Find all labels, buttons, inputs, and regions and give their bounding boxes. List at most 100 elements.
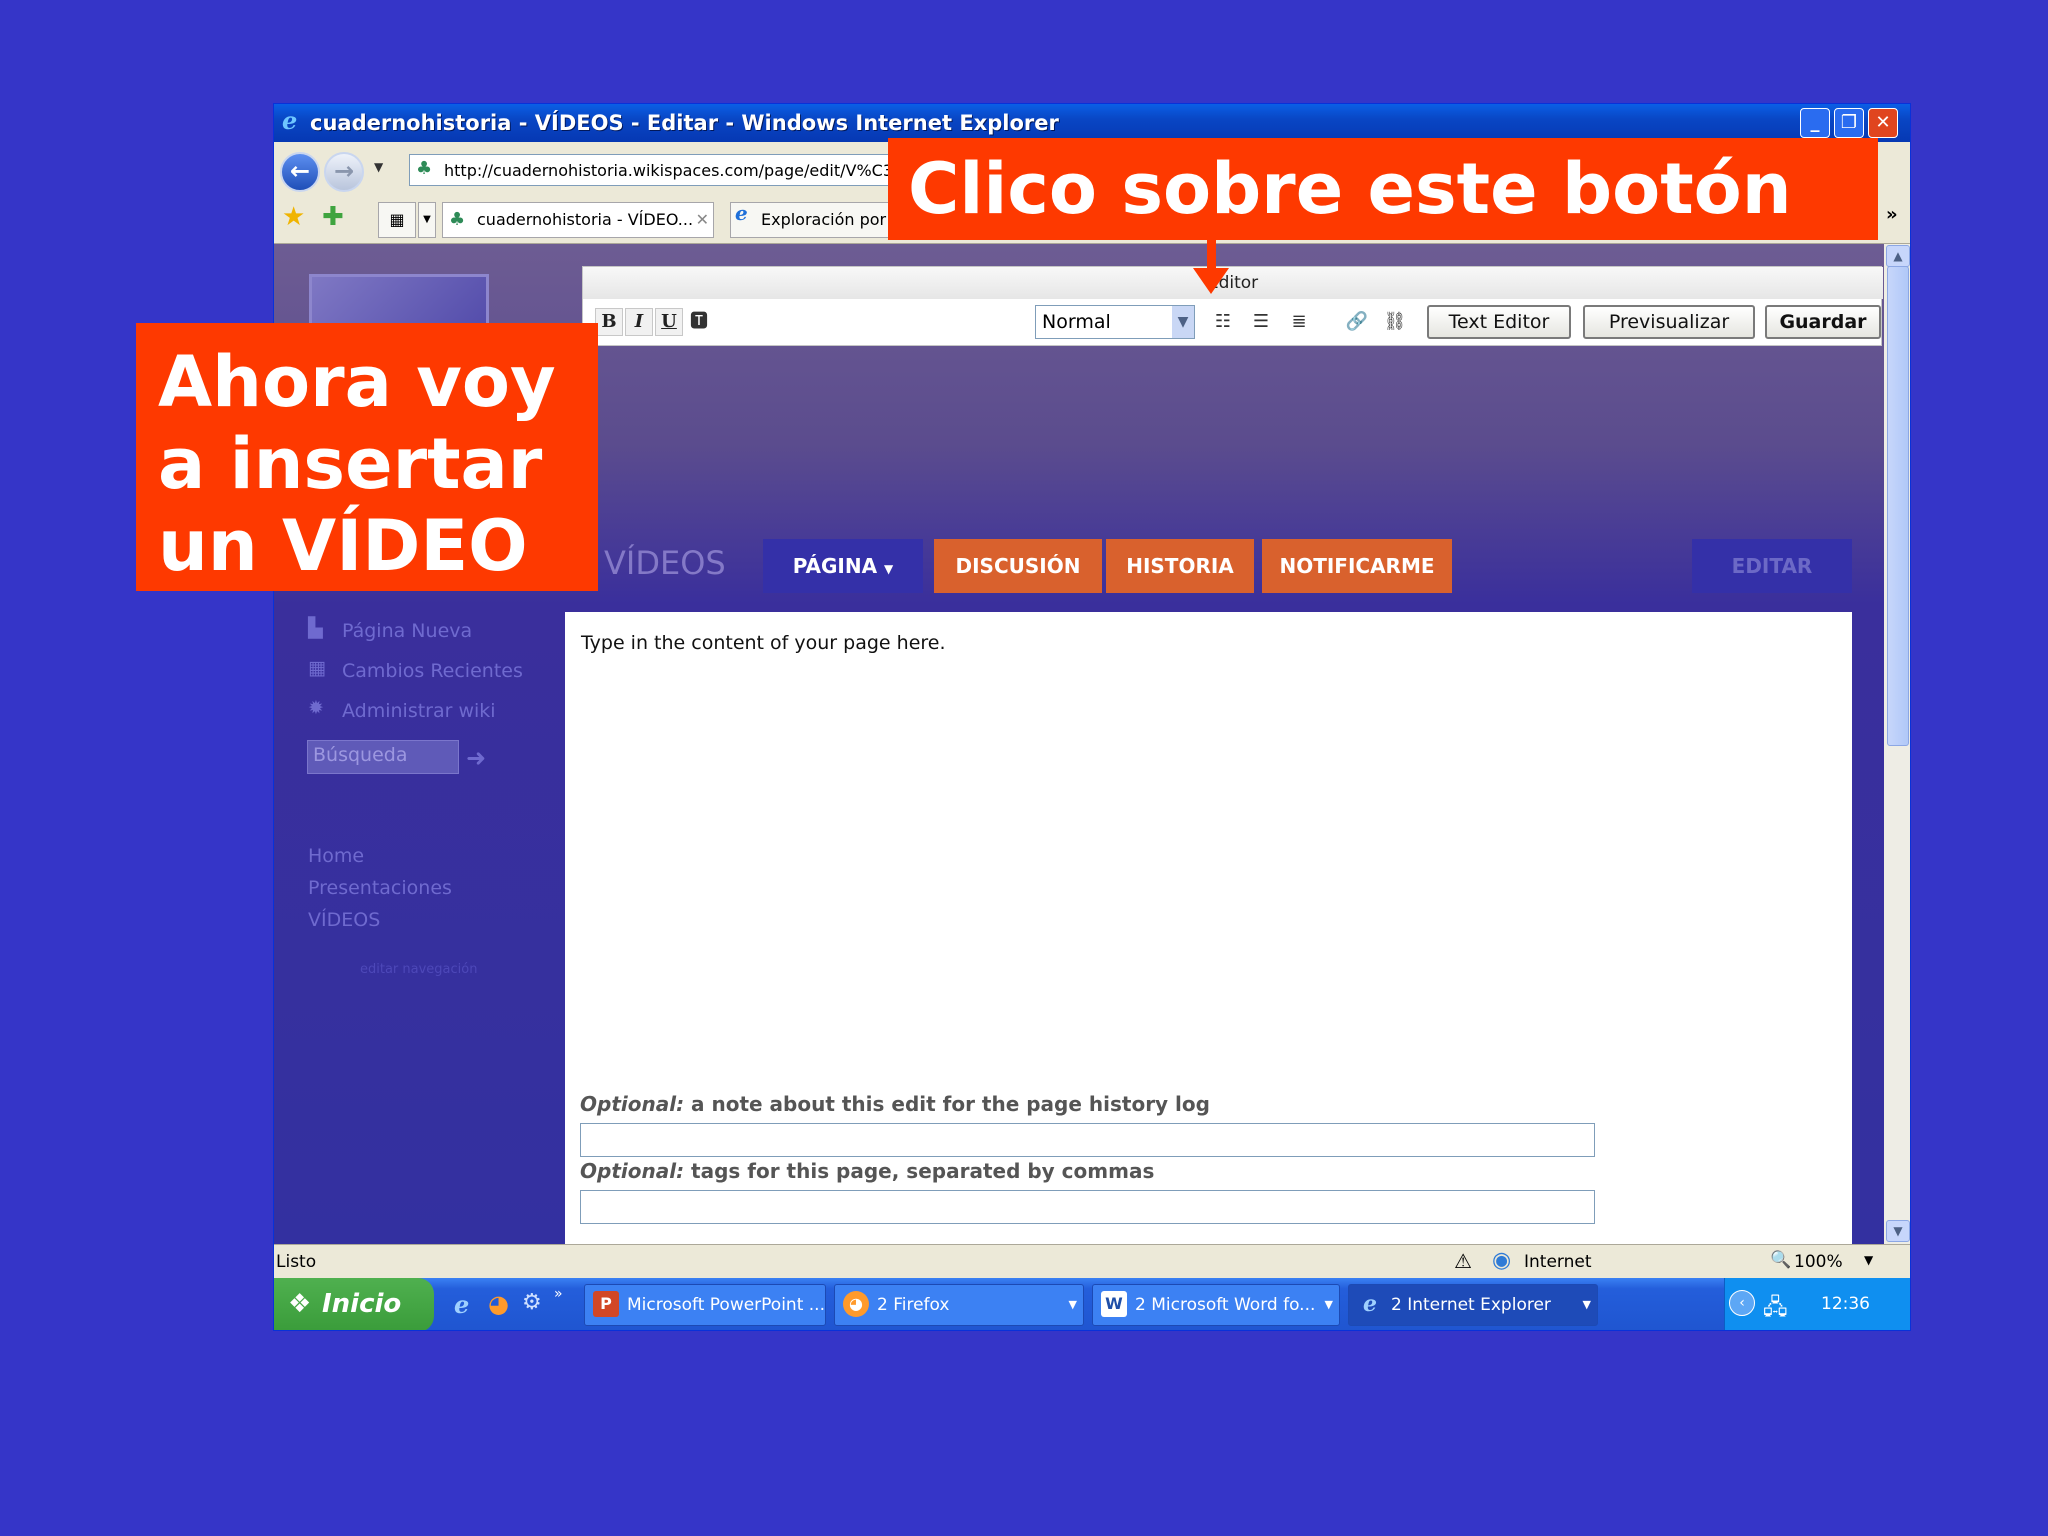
taskbar: ❖ Inicio e ◕ ⚙ » P Microsoft PowerPoint … [274, 1278, 1910, 1330]
zoom-level[interactable]: 100% [1794, 1252, 1843, 1272]
callout-left-line-3: un VÍDEO [158, 505, 528, 587]
globe-icon: ◉ [1492, 1248, 1512, 1273]
scroll-down-icon[interactable]: ▼ [1886, 1220, 1910, 1242]
tab-pagina-label: PÁGINA [792, 554, 878, 578]
horizontal-rule-icon[interactable]: ≣ [1285, 308, 1313, 336]
quicklaunch-icon[interactable]: ⚙ [522, 1290, 542, 1315]
tab-historia[interactable]: HISTORIA [1106, 539, 1254, 593]
underline-button[interactable]: U [655, 308, 683, 336]
tab-list-dropdown[interactable]: ▼ [418, 202, 436, 238]
minimize-button[interactable]: _ [1800, 108, 1830, 138]
taskbar-item-label: Microsoft PowerPoint ... [627, 1295, 825, 1315]
firefox-quicklaunch-icon[interactable]: ◕ [488, 1290, 509, 1318]
taskbar-item-ie[interactable]: e 2 Internet Explorer ▼ [1348, 1284, 1598, 1326]
clear-format-icon[interactable]: 🆃 [685, 308, 713, 336]
tab-pagina[interactable]: PÁGINA ▼ [763, 539, 923, 593]
sidebar-recent-changes[interactable]: Cambios Recientes [342, 660, 523, 682]
more-quicklaunch-icon[interactable]: » [554, 1286, 563, 1302]
tab-current[interactable]: ♣ cuadernohistoria - VÍDEO... ✕ [442, 202, 714, 238]
search-go-arrow-icon[interactable]: ➜ [466, 744, 486, 772]
taskbar-item-label: 2 Microsoft Word fo... [1135, 1295, 1316, 1315]
italic-button[interactable]: I [625, 308, 653, 336]
browser-window: e cuadernohistoria - VÍDEOS - Editar - W… [273, 103, 1911, 1331]
window-title: cuadernohistoria - VÍDEOS - Editar - Win… [310, 111, 1059, 135]
tray-expand-icon[interactable]: ‹ [1729, 1290, 1755, 1316]
powerpoint-icon: P [593, 1291, 619, 1317]
taskbar-item-label: 2 Internet Explorer [1391, 1295, 1551, 1315]
status-bar: Listo ⚠ ◉ Internet 🔍 100% ▼ [274, 1244, 1910, 1278]
new-page-icon: ▙ [308, 617, 323, 639]
save-button[interactable]: Guardar [1765, 305, 1881, 339]
system-tray: ‹ 🖧 12:36 [1724, 1278, 1910, 1330]
tags-input[interactable] [580, 1190, 1595, 1224]
gear-icon: ✹ [308, 697, 324, 719]
text-editor-button[interactable]: Text Editor [1427, 305, 1571, 339]
preview-button[interactable]: Previsualizar [1583, 305, 1755, 339]
history-dropdown-icon[interactable]: ▼ [374, 160, 383, 174]
status-text: Listo [276, 1252, 317, 1272]
quick-tabs-icon[interactable]: ▦ [378, 202, 416, 238]
scroll-thumb[interactable] [1887, 266, 1909, 746]
close-tab-icon[interactable]: ✕ [696, 203, 709, 237]
callout-left: Ahora voy a insertar un VÍDEO [136, 323, 598, 591]
vertical-scrollbar[interactable]: ▲ ▼ [1884, 244, 1910, 1244]
favorites-star-icon[interactable]: ★ [282, 202, 305, 232]
callout-arrow-head [1193, 268, 1229, 294]
zoom-dropdown-icon[interactable]: ▼ [1864, 1253, 1873, 1267]
link-icon[interactable]: 🔗 [1343, 308, 1371, 336]
callout-left-line-1: Ahora voy [158, 341, 556, 423]
callout-left-line-2: a insertar [158, 423, 543, 505]
bold-button[interactable]: B [595, 308, 623, 336]
search-input[interactable]: Búsqueda [307, 740, 459, 774]
scroll-up-icon[interactable]: ▲ [1886, 245, 1910, 267]
unlink-icon[interactable]: ⛓ [1381, 308, 1409, 336]
callout-top: Clico sobre este botón [888, 138, 1878, 240]
sidebar-item-videos[interactable]: VÍDEOS [308, 909, 380, 931]
ie-quicklaunch-icon[interactable]: e [454, 1290, 469, 1319]
sidebar-item-home[interactable]: Home [308, 845, 364, 867]
taskbar-item-label: 2 Firefox [877, 1295, 950, 1315]
more-tabs-icon[interactable]: » [1886, 204, 1898, 225]
style-select[interactable]: Normal ▼ [1035, 305, 1195, 339]
sidebar-new-page[interactable]: Página Nueva [342, 620, 472, 642]
close-button[interactable]: ✕ [1868, 108, 1898, 138]
tab-notificarme[interactable]: NOTIFICARME [1262, 539, 1452, 593]
edit-note-input[interactable] [580, 1123, 1595, 1157]
tab-discusion[interactable]: DISCUSIÓN [934, 539, 1102, 593]
content-placeholder: Type in the content of your page here. [581, 632, 946, 654]
sidebar-item-presentaciones[interactable]: Presentaciones [308, 877, 452, 899]
taskbar-item-powerpoint[interactable]: P Microsoft PowerPoint ... [584, 1284, 826, 1326]
start-button[interactable]: ❖ Inicio [274, 1278, 434, 1330]
back-button[interactable]: ← [280, 152, 320, 192]
zoom-icon: 🔍 [1770, 1250, 1792, 1270]
page-name-heading: VÍDEOS [604, 544, 726, 582]
editor-content-area[interactable]: Type in the content of your page here. O… [565, 612, 1852, 1244]
tab-editar[interactable]: EDITAR [1692, 539, 1852, 593]
tags-label: Optional: tags for this page, separated … [580, 1159, 1155, 1183]
network-icon[interactable]: 🖧 [1763, 1290, 1788, 1328]
chevron-down-icon: ▼ [1582, 1298, 1591, 1311]
calendar-icon: ▦ [308, 657, 326, 679]
site-favicon-icon: ♣ [449, 209, 466, 230]
address-url: http://cuadernohistoria.wikispaces.com/p… [444, 161, 909, 180]
chevron-down-icon: ▼ [1324, 1298, 1333, 1311]
bullet-list-icon[interactable]: ☰ [1247, 308, 1275, 336]
forward-button[interactable]: → [324, 152, 364, 192]
firefox-icon: ◕ [843, 1291, 869, 1317]
tab-current-label: cuadernohistoria - VÍDEO... [477, 210, 694, 229]
sidebar-manage-wiki[interactable]: Administrar wiki [342, 700, 496, 722]
numbered-list-icon[interactable]: ☷ [1209, 308, 1237, 336]
taskbar-item-firefox[interactable]: ◕ 2 Firefox ▼ [834, 1284, 1084, 1326]
taskbar-item-word[interactable]: W 2 Microsoft Word fo... ▼ [1092, 1284, 1340, 1326]
maximize-button[interactable]: ❐ [1834, 108, 1864, 138]
add-favorite-icon[interactable]: ✚ [322, 202, 344, 232]
edit-navigation-link[interactable]: editar navegación [360, 962, 477, 977]
tab-second-label: Exploración por p [761, 210, 902, 229]
callout-arrow [1207, 240, 1216, 270]
ie-logo-icon: e [735, 202, 748, 225]
chevron-down-icon: ▼ [1172, 306, 1194, 338]
site-favicon-icon: ♣ [416, 158, 433, 179]
editor-header: Editor [583, 267, 1883, 299]
zone-label: Internet [1524, 1252, 1592, 1272]
start-label: Inicio [322, 1289, 402, 1319]
